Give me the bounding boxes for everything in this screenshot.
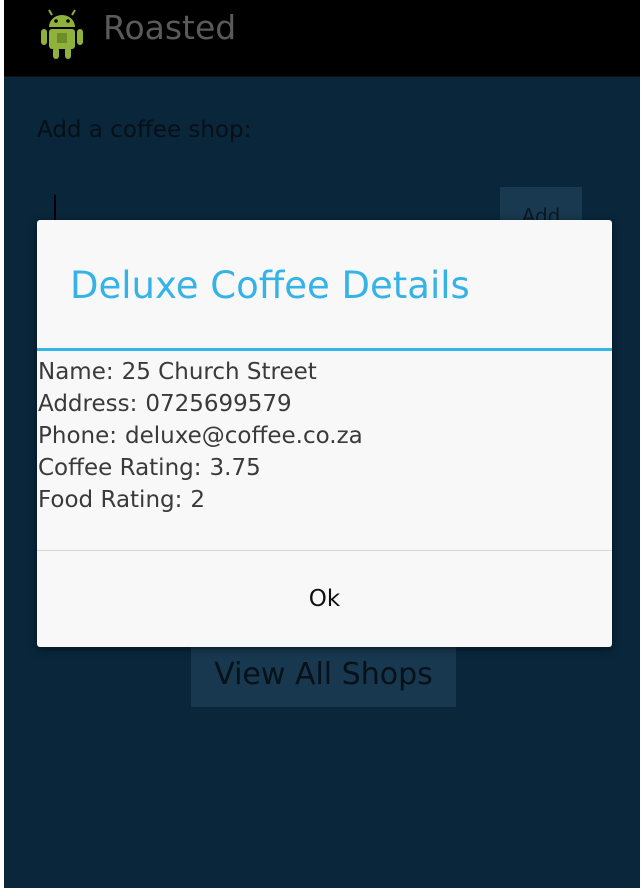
dialog-title-divider — [37, 348, 612, 351]
app-title: Roasted — [103, 8, 237, 47]
detail-value: 0725699579 — [145, 391, 292, 417]
detail-value: deluxe@coffee.co.za — [125, 423, 363, 449]
detail-row-name: Name: 25 Church Street — [38, 356, 608, 388]
detail-value: 3.75 — [209, 455, 261, 481]
detail-row-coffee-rating: Coffee Rating: 3.75 — [38, 452, 608, 484]
detail-label: Food Rating: — [38, 487, 183, 513]
detail-value: 2 — [190, 487, 206, 513]
detail-label: Name: — [38, 359, 114, 385]
dialog-title: Deluxe Coffee Details — [70, 264, 470, 307]
shop-details-dialog: Deluxe Coffee Details Name: 25 Church Str… — [37, 220, 612, 647]
detail-row-address: Address: 0725699579 — [38, 388, 608, 420]
detail-value: 25 Church Street — [121, 359, 317, 385]
detail-label: Address: — [38, 391, 138, 417]
detail-row-food-rating: Food Rating: 2 — [38, 484, 608, 516]
action-bar: Roasted — [4, 0, 640, 77]
device-screen: Roasted Add a coffee shop: Add View All … — [4, 0, 640, 888]
android-icon[interactable] — [36, 6, 88, 62]
details-list: Name: 25 Church Street Address: 0725699579… — [38, 356, 608, 516]
detail-label: Phone: — [38, 423, 117, 449]
detail-label: Coffee Rating: — [38, 455, 202, 481]
detail-row-phone: Phone: deluxe@coffee.co.za — [38, 420, 608, 452]
ok-button[interactable]: Ok — [37, 551, 612, 647]
